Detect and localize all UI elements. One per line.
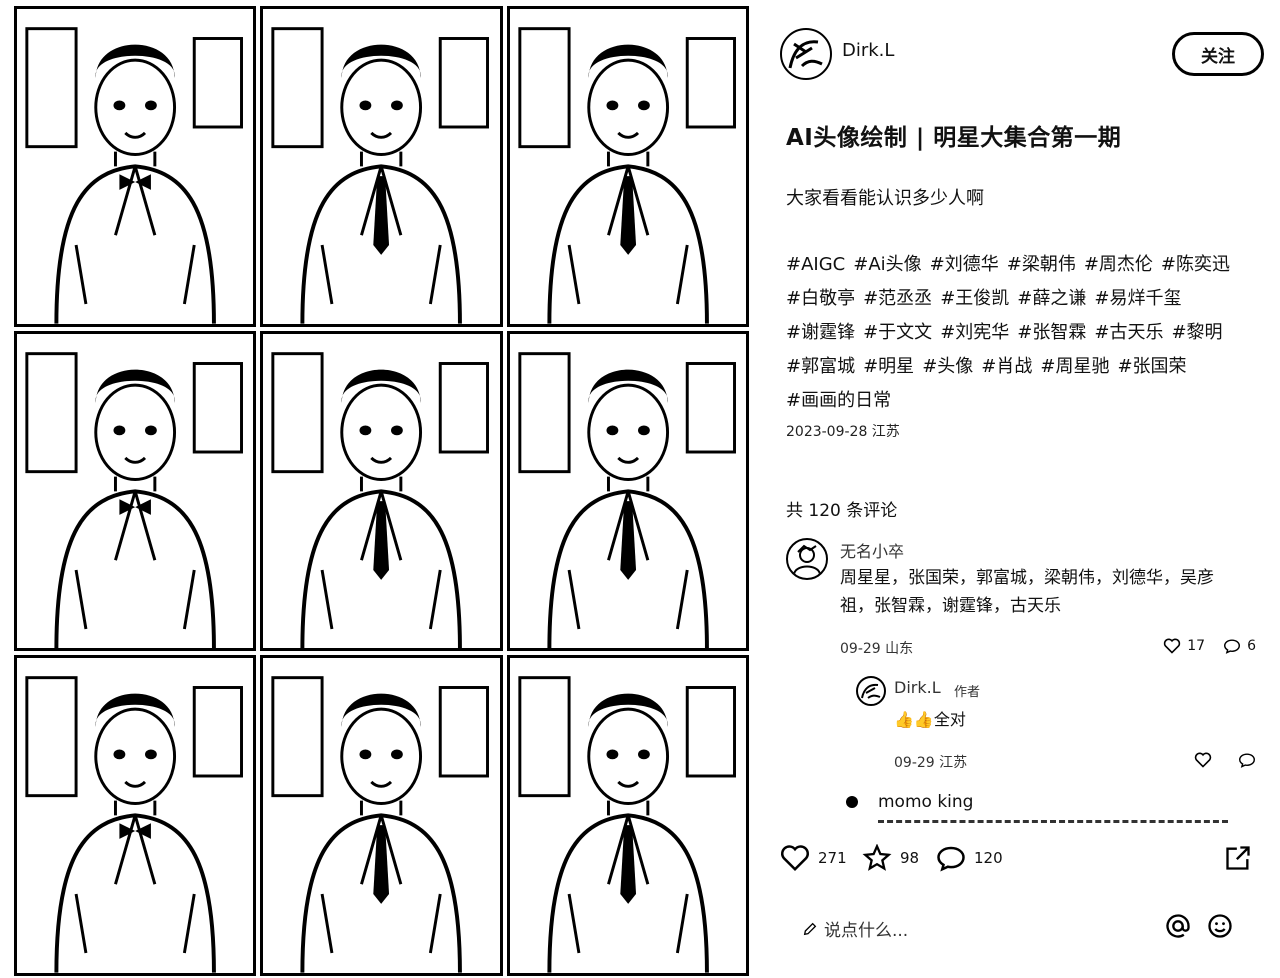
comment-meta: 09-29 山东 (840, 641, 914, 657)
chat-bubble-icon[interactable] (1238, 752, 1256, 768)
hashtag-link[interactable]: #张智霖 (1017, 322, 1086, 343)
post-tags: #AIGC #Ai头像 #刘德华 #梁朝伟 #周杰伦 #陈奕迅 #白敬亭 #范丞丞 #王俊凯 #薛… (786, 248, 1246, 418)
favorite-count: 98 (900, 849, 920, 867)
comment-like-count: 17 (1187, 638, 1206, 654)
pencil-icon (803, 922, 817, 935)
reply-actions (1194, 752, 1256, 768)
hashtag-link[interactable]: #白敬亭 (786, 288, 855, 309)
hashtag-link[interactable]: #薛之谦 (1017, 288, 1086, 309)
hashtag-link[interactable]: #古天乐 (1094, 322, 1163, 343)
hashtag-link[interactable]: #明星 (863, 356, 914, 377)
comment-item: 无名小卒 周星星，张国荣，郭富城，梁朝伟，刘德华，吴彦祖，张智霖，谢霆锋，古天乐… (786, 538, 1256, 771)
comment-input-bar[interactable]: 说点什么... (780, 906, 1260, 946)
hashtag-link[interactable]: #王俊凯 (940, 288, 1009, 309)
comment-item: momo king (840, 790, 1240, 826)
hashtag-link[interactable]: #周星驰 (1040, 356, 1109, 377)
post-description: 大家看看能认识多少人啊 (786, 188, 984, 209)
hashtag-link[interactable]: #易烊千玺 (1094, 288, 1181, 309)
post-date-location: 2023-09-28 江苏 (786, 424, 900, 440)
hashtag-link[interactable]: #刘德华 (930, 254, 999, 275)
author-row: Dirk.L 关注 (780, 28, 1264, 80)
hashtag-link[interactable]: #谢霆锋 (786, 322, 855, 343)
portrait-image[interactable] (506, 330, 749, 652)
portrait-image[interactable] (260, 330, 503, 652)
emoji-icon[interactable] (1206, 912, 1234, 940)
hashtag-link[interactable]: #梁朝伟 (1007, 254, 1076, 275)
comment-input-placeholder: 说点什么... (824, 921, 909, 941)
post-title: AI头像绘制 | 明星大集合第一期 (786, 125, 1122, 151)
star-icon (862, 844, 892, 871)
hashtag-link[interactable]: #黎明 (1171, 322, 1222, 343)
portrait-image[interactable] (14, 330, 257, 652)
comment-text: 周星星，张国荣，郭富城，梁朝伟，刘德华，吴彦祖，张智霖，谢霆锋，古天乐 (840, 568, 1214, 616)
hashtag-link[interactable]: #陈奕迅 (1161, 254, 1230, 275)
hashtag-link[interactable]: #头像 (922, 356, 973, 377)
reply-item: Dirk.L 作者 👍👍全对 09-29 江苏 (856, 676, 1256, 776)
comment-count: 共 120 条评论 (786, 501, 898, 521)
hashtag-link[interactable]: #Ai头像 (853, 254, 921, 275)
portrait-image[interactable] (506, 655, 749, 976)
heart-icon (1164, 638, 1181, 654)
comment-text-truncated (878, 820, 1228, 829)
image-grid[interactable] (14, 6, 749, 976)
commenter-name[interactable]: momo king (878, 792, 973, 812)
comment-like-button[interactable]: 17 (1163, 638, 1205, 654)
comment-reply-count: 6 (1247, 638, 1256, 654)
like-count: 271 (818, 849, 847, 867)
portrait-image[interactable] (14, 655, 257, 976)
portrait-image[interactable] (14, 6, 257, 327)
heart-icon (781, 845, 809, 872)
comment-total-count: 120 (974, 849, 1003, 867)
hashtag-link[interactable]: #郭富城 (786, 356, 855, 377)
favorite-button[interactable]: 98 (862, 844, 919, 872)
hashtag-link[interactable]: #范丞丞 (863, 288, 932, 309)
hashtag-link[interactable]: #周杰伦 (1084, 254, 1153, 275)
hashtag-link[interactable]: #刘宪华 (940, 322, 1009, 343)
author-name[interactable]: Dirk.L (842, 40, 894, 61)
chat-bubble-icon (1224, 639, 1241, 654)
comment-reply-button[interactable]: 6 (1223, 638, 1256, 654)
post-detail-panel: Dirk.L 关注 AI头像绘制 | 明星大集合第一期 大家看看能认识多少人啊 … (770, 0, 1280, 978)
like-button[interactable]: 271 (780, 844, 847, 872)
comment-button[interactable]: 120 (936, 844, 1003, 872)
chat-bubble-icon (937, 846, 965, 872)
reply-meta: 09-29 江苏 (894, 755, 968, 771)
hashtag-link[interactable]: #AIGC (786, 254, 845, 275)
hashtag-link[interactable]: #张国荣 (1117, 356, 1186, 377)
portrait-image[interactable] (260, 655, 503, 976)
hashtag-link[interactable]: #画画的日常 (786, 390, 891, 411)
commenter-name[interactable]: 无名小卒 (840, 538, 904, 562)
reply-text: 👍👍全对 (894, 710, 966, 729)
portrait-image[interactable] (260, 6, 503, 327)
commenter-avatar[interactable] (786, 538, 828, 580)
engagement-bar: 271 98 120 (780, 840, 1260, 880)
heart-icon[interactable] (1194, 752, 1212, 768)
hashtag-link[interactable]: #肖战 (981, 356, 1032, 377)
hashtag-link[interactable]: #于文文 (863, 322, 932, 343)
follow-button[interactable]: 关注 (1172, 32, 1264, 76)
reply-avatar[interactable] (856, 676, 886, 706)
share-button[interactable] (1224, 844, 1252, 872)
comment-input[interactable]: 说点什么... (802, 916, 908, 941)
portrait-image[interactable] (506, 6, 749, 327)
author-avatar[interactable] (780, 28, 832, 80)
author-badge: 作者 (954, 685, 981, 700)
share-icon (1226, 846, 1250, 870)
comment-actions: 17 6 (1163, 638, 1256, 654)
at-mention-icon[interactable] (1164, 912, 1192, 940)
reply-author-name[interactable]: Dirk.L (894, 678, 941, 697)
commenter-avatar[interactable] (846, 796, 858, 808)
